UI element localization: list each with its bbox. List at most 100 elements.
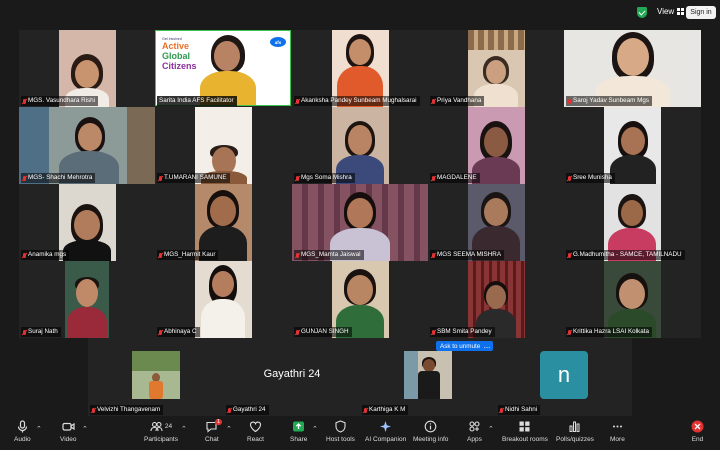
afs-logo: afs (270, 37, 286, 47)
participant-tile[interactable]: MGS SEEMA MISHRA (428, 184, 564, 261)
participant-name-tag: Mgs Soma Mishra (294, 173, 355, 183)
participant-name-tag: MAGDALENE (430, 173, 480, 183)
end-call-icon (691, 420, 704, 433)
video-feed (132, 351, 180, 399)
sign-in-button[interactable]: Sign in (686, 6, 716, 19)
participant-name-tag: MGS_Mamta Jaiswal (294, 250, 364, 260)
muted-mic-icon (23, 98, 26, 104)
muted-mic-icon (296, 175, 299, 181)
shield-icon[interactable] (637, 7, 647, 18)
video-feed (65, 261, 109, 338)
participant-tile[interactable]: Abhinaya C (155, 261, 292, 338)
participant-tile[interactable]: SBM Smita Pandey (428, 261, 564, 338)
participant-tile[interactable]: Akanksha Pandey Sunbeam Mughalsarai (292, 30, 428, 107)
more-button[interactable]: More (610, 420, 625, 443)
video-grid: MGS. Vasundhara Rishi Get Involved Activ… (19, 30, 701, 338)
audio-options-chevron-icon[interactable]: ⌃ (36, 425, 42, 433)
banner-text: Active Global Citizens (162, 41, 197, 71)
muted-mic-icon (568, 98, 571, 104)
participant-name-large: Gayathri 24 (263, 368, 321, 380)
participant-tile[interactable]: Mgs Soma Mishra (292, 107, 428, 184)
chat-options-chevron-icon[interactable]: ⌃ (226, 425, 232, 433)
muted-mic-icon (432, 175, 435, 181)
share-button[interactable]: Share (290, 420, 307, 443)
muted-mic-icon (92, 407, 95, 413)
apps-button[interactable]: Apps (467, 420, 482, 443)
top-bar: View Sign in (0, 0, 720, 26)
participant-tile[interactable]: Anamika mgs (19, 184, 155, 261)
muted-mic-icon (432, 329, 435, 335)
tile-more-options-button[interactable]: ... (481, 341, 493, 351)
muted-mic-icon (568, 175, 571, 181)
heart-icon (249, 421, 262, 433)
react-button[interactable]: React (247, 420, 264, 443)
video-options-chevron-icon[interactable]: ⌃ (82, 425, 88, 433)
apps-icon (469, 421, 480, 432)
video-feed (195, 261, 252, 338)
share-options-chevron-icon[interactable]: ⌃ (312, 425, 318, 433)
participant-tile-active-speaker[interactable]: Get Involved Active Global Citizens afs … (155, 30, 292, 107)
participant-name-tag: Akanksha Pandey Sunbeam Mughalsarai (294, 96, 420, 106)
participant-tile[interactable]: MGS. Vasundhara Rishi (19, 30, 155, 107)
participant-name-tag: MGS- Shachi Mehrotra (21, 173, 96, 183)
ai-companion-button[interactable]: AI Companion (365, 420, 406, 443)
participant-tile[interactable]: GUNJAN SINGH (292, 261, 428, 338)
host-tools-button[interactable]: Host tools (326, 420, 355, 443)
grid-icon (677, 8, 685, 15)
video-feed (404, 351, 452, 399)
audio-button[interactable]: Audio (14, 420, 31, 443)
participant-name-tag: T.UMARANI SAMUNE (157, 173, 230, 183)
muted-mic-icon (364, 407, 367, 413)
participant-tile[interactable]: T.UMARANI SAMUNE (155, 107, 292, 184)
participant-tile[interactable]: Saroj Yadav Sunbeam Mgs (564, 30, 701, 107)
video-button[interactable]: Video (60, 420, 77, 443)
participant-name-tag: Abhinaya C (157, 327, 200, 337)
muted-mic-icon (296, 329, 299, 335)
participant-tile[interactable]: Velvizhi Thangavenam (88, 338, 224, 416)
participant-name-tag: Nidhi Sahni (498, 405, 541, 415)
participant-name-tag: Gayathri 24 (226, 405, 269, 415)
video-feed: Get Involved Active Global Citizens afs (155, 30, 291, 106)
participant-name-tag: MGS SEEMA MISHRA (430, 250, 505, 260)
participant-name-tag: Anamika mgs (21, 250, 70, 260)
ask-to-unmute-button[interactable]: Ask to unmute (436, 341, 485, 351)
apps-options-chevron-icon[interactable]: ⌃ (488, 425, 494, 433)
breakout-rooms-button[interactable]: Breakout rooms (502, 420, 548, 443)
participant-name-tag: Sree Munisha (566, 173, 615, 183)
avatar: n (540, 351, 588, 399)
view-label: View (657, 7, 675, 16)
participant-tile[interactable]: n Nidhi Sahni (496, 338, 632, 416)
participants-button[interactable]: 24 Participants (144, 420, 178, 443)
muted-mic-icon (159, 252, 162, 258)
polls-quizzes-button[interactable]: Polls/quizzes (556, 420, 594, 443)
participant-tile[interactable]: Suraj Nath (19, 261, 155, 338)
participant-tile[interactable]: MGS_Mamta Jaiswal (292, 184, 428, 261)
participant-tile[interactable]: MAGDALENE (428, 107, 564, 184)
participant-name-tag: Priya Vandhana (430, 96, 485, 106)
muted-mic-icon (568, 252, 571, 258)
participant-tile[interactable]: MGS- Shachi Mehrotra (19, 107, 155, 184)
video-camera-icon (62, 422, 75, 431)
participants-options-chevron-icon[interactable]: ⌃ (181, 425, 187, 433)
participant-name-tag: Karthiga K M (362, 405, 409, 415)
meeting-toolbar: Audio ⌃ Video ⌃ 24 Participants ⌃ Chat 1… (0, 416, 720, 450)
muted-mic-icon (228, 407, 231, 413)
muted-mic-icon (159, 329, 162, 335)
participant-name-tag: Velvizhi Thangavenam (90, 405, 164, 415)
participant-tile[interactable]: G.Madhumitha - SAMCE, TAMILNADU (564, 184, 701, 261)
participant-tile[interactable]: Gayathri 24 Gayathri 24 (224, 338, 360, 416)
breakout-rooms-icon (519, 421, 530, 432)
meeting-info-button[interactable]: Meeting info (413, 420, 448, 443)
muted-mic-icon (296, 252, 299, 258)
muted-mic-icon (23, 252, 26, 258)
participant-tile[interactable]: Priya Vandhana (428, 30, 564, 107)
view-button[interactable]: View (657, 7, 685, 16)
participant-tile[interactable]: Sree Munisha (564, 107, 701, 184)
end-meeting-button[interactable]: End (691, 420, 704, 443)
participant-name-tag: SBM Smita Pandey (430, 327, 495, 337)
participant-tile[interactable]: Krittika Hazra LSAI Kolkata (564, 261, 701, 338)
muted-mic-icon (23, 175, 26, 181)
participant-name-tag: G.Madhumitha - SAMCE, TAMILNADU (566, 250, 685, 260)
muted-mic-icon (432, 98, 435, 104)
participant-tile[interactable]: MGS_Harmit Kaur (155, 184, 292, 261)
